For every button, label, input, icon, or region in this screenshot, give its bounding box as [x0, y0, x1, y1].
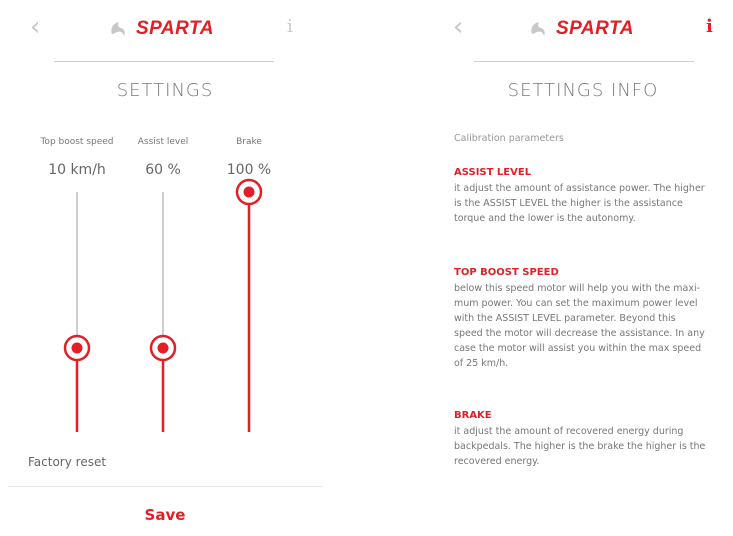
settings-screen: ‹ SPARTA i SETTINGS Top boost speed 10 km… — [0, 0, 426, 536]
section-line: speed the motor will decrease the assist… — [454, 328, 705, 339]
header-rule — [54, 61, 274, 62]
section-body: it adjust the amount of recovered energy… — [454, 424, 716, 469]
back-chevron-icon[interactable]: ‹ — [453, 14, 463, 40]
slider-handle-dot — [71, 342, 83, 354]
section-body: below this speed motor will help you wit… — [454, 281, 716, 371]
section-line: backpedals. The higher is the brake the … — [454, 441, 706, 452]
page-title: SETTINGS INFO — [507, 80, 659, 101]
slider-value: 100 % — [226, 162, 272, 178]
back-chevron-icon[interactable]: ‹ — [30, 14, 40, 40]
section-line: below this speed motor will help you wit… — [454, 283, 701, 294]
section-body: it adjust the amount of assistance power… — [454, 181, 716, 226]
section-heading: ASSIST LEVEL — [454, 167, 532, 178]
save-button[interactable]: Save — [0, 506, 330, 524]
section-line: of 25 km/h. — [454, 358, 509, 369]
sparta-emblem-icon — [531, 22, 545, 36]
sparta-emblem-icon — [111, 22, 125, 36]
section-line: torque and the lower is the autonomy. — [454, 213, 636, 224]
slider-handle-dot — [157, 342, 169, 354]
info-icon[interactable]: i — [287, 18, 293, 36]
slider-track[interactable] — [143, 177, 183, 447]
slider-track[interactable] — [229, 177, 269, 447]
brand-name: SPARTA — [136, 18, 214, 39]
subtitle: Calibration parameters — [454, 133, 564, 144]
slider-value: 60 % — [145, 162, 181, 178]
info-icon[interactable]: i — [706, 18, 713, 36]
slider-label: Assist level — [137, 137, 189, 147]
slider-handle-dot — [243, 186, 255, 198]
section-heading: BRAKE — [454, 410, 492, 421]
slider-label: Top boost speed — [40, 137, 114, 147]
factory-reset-button[interactable]: Factory reset — [28, 455, 106, 469]
slider-value: 10 km/h — [48, 162, 106, 178]
slider-label: Brake — [236, 137, 262, 147]
save-divider — [8, 486, 322, 487]
sparta-logo: SPARTA — [528, 18, 634, 40]
sparta-logo: SPARTA — [108, 18, 214, 40]
page-title: SETTINGS — [116, 80, 214, 101]
slider-track[interactable] — [57, 177, 97, 447]
section-line: it adjust the amount of assistance power… — [454, 183, 705, 194]
brand-name: SPARTA — [556, 18, 634, 39]
section-line: with the ASSIST LEVEL parameter. Beyond … — [454, 313, 676, 324]
header-rule — [474, 61, 694, 62]
section-line: recovered energy. — [454, 456, 540, 467]
section-line: is the ASSIST LEVEL the higher is the as… — [454, 198, 683, 209]
header: ‹ SPARTA i — [0, 0, 426, 60]
settings-info-screen: ‹ SPARTA i SETTINGS INFO Calibration par… — [427, 0, 733, 536]
section-line: it adjust the amount of recovered energy… — [454, 426, 684, 437]
section-line: case the motor will assist you within th… — [454, 343, 702, 354]
section-heading: TOP BOOST SPEED — [454, 267, 559, 278]
header: ‹ SPARTA i — [427, 0, 733, 60]
section-line: mum power. You can set the maximum power… — [454, 298, 698, 309]
